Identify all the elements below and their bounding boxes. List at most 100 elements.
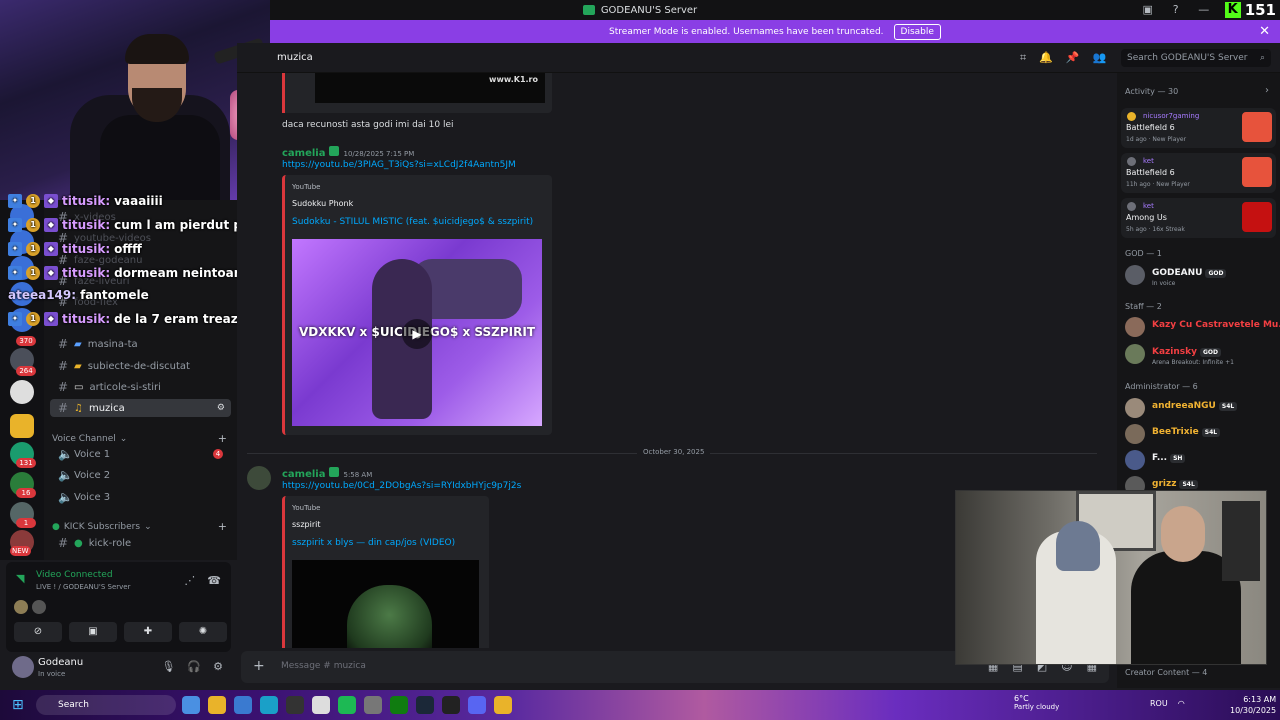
steam-icon[interactable] <box>416 696 434 714</box>
taskbar-search-label: Search <box>58 700 89 710</box>
member-item[interactable]: Kazinsky GOD Arena Breakout: Infinite +1 <box>1125 342 1275 366</box>
member-tag: GOD <box>1205 269 1227 278</box>
activity-meta: 1d ago · New Player <box>1126 136 1187 143</box>
embed-author[interactable]: sszpirit <box>292 520 320 529</box>
noise-suppression-icon[interactable]: ⋰ <box>184 574 195 587</box>
headphones-icon[interactable]: 🎧 <box>187 660 201 673</box>
message-author[interactable]: camelia 10/28/2025 7:15 PM <box>282 146 414 159</box>
add-attachment-icon[interactable]: + <box>253 658 265 674</box>
screen-share-button[interactable]: ▣ <box>69 622 117 642</box>
activity-card[interactable]: ket Among Us 5h ago · 16x Streak <box>1121 198 1276 238</box>
play-icon[interactable]: ▶ <box>402 319 432 349</box>
message-link[interactable]: https://youtu.be/0Cd_2DObgAs?si=RYIdxbHY… <box>282 481 521 491</box>
avatar <box>1125 317 1145 337</box>
badge-icon: ✦ <box>8 312 22 326</box>
embed-title[interactable]: sszpirit x blys — din cap/jos (VIDEO) <box>292 538 455 548</box>
category-voice-channel[interactable]: Voice Channel ⌄ + <box>52 432 227 445</box>
channel-articole-si-stiri[interactable]: # ▭ articole-si-stiri <box>50 378 231 396</box>
member-item[interactable]: andreeaNGU S4L <box>1125 396 1275 420</box>
embed-author[interactable]: Sudokku Phonk <box>292 199 353 208</box>
language[interactable]: ROU <box>1150 699 1168 708</box>
window-title-text: GODEANU'S Server <box>600 4 698 16</box>
close-icon[interactable]: ✕ <box>1259 24 1270 39</box>
guest-webcam <box>955 490 1267 665</box>
weather-widget[interactable]: 6°C Partly cloudy <box>1014 694 1059 711</box>
discord-icon[interactable] <box>468 696 486 714</box>
taskbar-search[interactable]: Search <box>36 695 176 715</box>
avatar[interactable] <box>247 466 271 490</box>
embed-provider: YouTube <box>292 183 321 191</box>
avatar[interactable] <box>12 656 34 678</box>
inbox-icon[interactable]: ▣ <box>1141 3 1155 17</box>
folder-icon[interactable] <box>10 414 34 438</box>
app-icon[interactable] <box>494 696 512 714</box>
bell-icon[interactable]: 🔔 <box>1039 51 1053 65</box>
member-name: Kazy Cu Castravetele Mu... <box>1152 320 1280 330</box>
members-icon[interactable]: 👥 <box>1093 51 1107 65</box>
settings-icon[interactable] <box>364 696 382 714</box>
clock[interactable]: 6:13 AM 10/30/2025 <box>1230 694 1276 716</box>
member-item[interactable]: F... SH <box>1125 448 1275 472</box>
avatar[interactable] <box>32 600 46 614</box>
disable-button[interactable]: Disable <box>893 23 941 40</box>
voice-channel-1[interactable]: 🔈 Voice 1 4 <box>50 445 231 463</box>
embed-image-top[interactable]: www.K1.ro <box>282 73 552 113</box>
mic-icon[interactable]: 🎙 <box>161 660 175 673</box>
activity-game: Battlefield 6 <box>1126 123 1175 132</box>
help-icon[interactable]: ? <box>1169 3 1183 17</box>
member-item[interactable]: GODEANU GOD In voice <box>1125 263 1275 287</box>
minimize-icon[interactable]: — <box>1197 3 1211 17</box>
disconnect-icon[interactable]: ☎ <box>207 574 221 587</box>
voice-channel-2[interactable]: 🔈 Voice 2 <box>50 466 231 484</box>
member-name: Kazinsky GOD <box>1152 347 1222 357</box>
terminal-icon[interactable] <box>442 696 460 714</box>
message-link[interactable]: https://youtu.be/3PIAG_T3iQs?si=xLCdJ2f4… <box>282 160 516 170</box>
chevron-right-icon[interactable]: › <box>1265 85 1269 96</box>
gear-icon[interactable]: ⚙ <box>213 660 223 673</box>
channel-name: muzica <box>277 52 313 63</box>
category-kick-subscribers[interactable]: ● KICK Subscribers ⌄ + <box>52 520 227 533</box>
member-name-text: F... <box>1152 453 1168 463</box>
chat-user: titusik: <box>62 218 111 232</box>
channel-kick-role[interactable]: # ● kick-role <box>50 534 231 552</box>
member-item[interactable]: BeeTrixie S4L <box>1125 422 1275 446</box>
activity-card[interactable]: ket Battlefield 6 11h ago · New Player <box>1121 153 1276 193</box>
xbox-icon[interactable] <box>390 696 408 714</box>
search-input[interactable]: Search GODEANU'S Server ⌕ <box>1121 49 1271 67</box>
spotify-icon[interactable] <box>338 696 356 714</box>
channel-masina-ta[interactable]: # ▰ masina-ta <box>50 335 231 353</box>
server-icon-7[interactable] <box>10 380 34 404</box>
store-icon[interactable] <box>234 696 252 714</box>
avatar[interactable] <box>14 600 28 614</box>
threads-icon[interactable]: ⌗ <box>1020 51 1026 65</box>
camera-off-button[interactable]: ⊘ <box>14 622 62 642</box>
hash-icon: # <box>58 380 69 394</box>
activity-card[interactable]: nicusor7gaming Battlefield 6 1d ago · Ne… <box>1121 108 1276 148</box>
add-channel-icon[interactable]: + <box>218 432 227 445</box>
add-channel-icon[interactable]: + <box>218 520 227 533</box>
soundboard-button[interactable]: ✺ <box>179 622 227 642</box>
channel-muzica[interactable]: # ♫ muzica ⚙ <box>50 399 231 417</box>
channel-settings-icon[interactable]: ⚙ <box>217 403 225 413</box>
role-header-staff: Staff — 2 <box>1125 302 1162 311</box>
voice-channel-3[interactable]: 🔈 Voice 3 <box>50 488 231 506</box>
activities-button[interactable]: ✚ <box>124 622 172 642</box>
edge-icon[interactable] <box>260 696 278 714</box>
chat-text: offff <box>114 242 142 256</box>
member-item[interactable]: Kazy Cu Castravetele Mu... <box>1125 315 1280 339</box>
channel-subiecte-de-discutat[interactable]: # ▰ subiecte-de-discutat <box>50 357 231 375</box>
file-explorer-icon[interactable] <box>208 696 226 714</box>
embed-title[interactable]: Sudokku - STILUL MISTIC (feat. $uicidjeg… <box>292 217 533 227</box>
chat-text: dormeam neintoarsa <box>114 266 255 280</box>
windows-start-icon[interactable]: ⊞ <box>12 697 28 713</box>
message-author[interactable]: camelia 5:58 AM <box>282 467 372 480</box>
pin-icon[interactable]: 📌 <box>1066 51 1080 65</box>
obs-icon[interactable] <box>286 696 304 714</box>
notepad-icon[interactable] <box>312 696 330 714</box>
video-thumbnail[interactable] <box>292 560 479 648</box>
wifi-icon[interactable]: ◠ <box>1178 699 1185 708</box>
rail-badge: 264 <box>16 366 36 376</box>
video-thumbnail[interactable]: VDXKKV x $UICIDJEGO$ x SSZPIRIT ▶ <box>292 239 542 426</box>
activity-user: nicusor7gaming <box>1143 112 1200 120</box>
task-view-icon[interactable] <box>182 696 200 714</box>
